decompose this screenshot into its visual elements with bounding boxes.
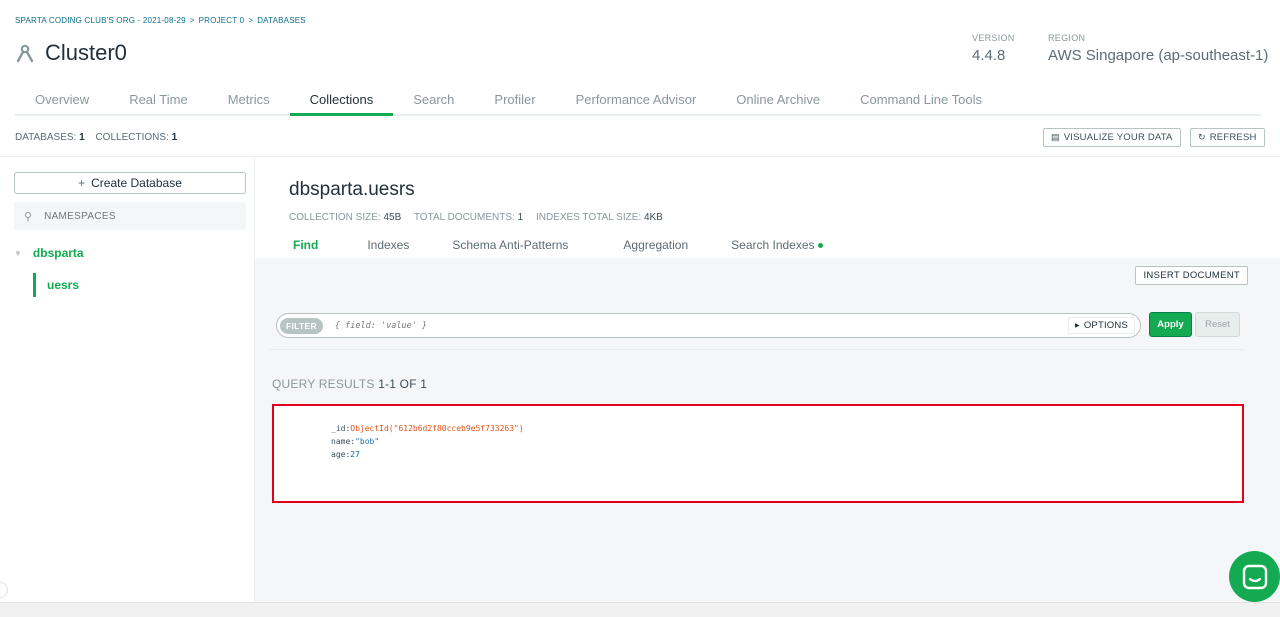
visualize-label: VISUALIZE YOUR DATA (1063, 132, 1173, 143)
version-value: 4.4.8 (972, 47, 1006, 64)
breadcrumb: SPARTA CODING CLUB'S ORG - 2021-08-29 > PR… (15, 16, 310, 25)
collection-name: uesrs (47, 278, 80, 292)
tab-performance-advisor[interactable]: Performance Advisor (556, 87, 717, 116)
filter-chip: FILTER (280, 317, 323, 334)
find-panel: INSERT DOCUMENT FILTER ▶ OPTIONS Apply R… (255, 258, 1280, 602)
insert-document-button[interactable]: INSERT DOCUMENT (1135, 266, 1248, 285)
field-value: "bob" (355, 437, 380, 446)
version-label: VERSION (972, 33, 1015, 43)
subtab-find[interactable]: Find (293, 238, 318, 252)
field-value: 27 (350, 450, 360, 459)
collections-label: COLLECTIONS: (95, 132, 169, 143)
collection-size-value: 45B (383, 212, 402, 223)
sidebar-item-collection[interactable]: uesrs (33, 273, 79, 297)
document-field-age: age:27 (331, 450, 360, 459)
collection-stats: COLLECTION SIZE: 45B TOTAL DOCUMENTS: 1 … (289, 212, 673, 223)
namespace-summary: DATABASES: 1 COLLECTIONS: 1 (15, 132, 177, 143)
visualize-data-button[interactable]: ▤ VISUALIZE YOUR DATA (1043, 128, 1181, 147)
subtab-indexes[interactable]: Indexes (367, 238, 409, 252)
create-database-label: Create Database (91, 176, 182, 190)
collections-count: 1 (171, 132, 178, 143)
namespace-search: ⚲ (14, 202, 246, 230)
databases-label: DATABASES: (15, 132, 77, 143)
plus-icon: + (78, 176, 86, 190)
caret-right-icon: ▶ (1075, 323, 1080, 329)
database-name: dbsparta (32, 246, 84, 260)
search-indexes-label: Search Indexes (731, 238, 815, 252)
query-results-label: QUERY RESULTS (272, 377, 375, 391)
breadcrumb-project[interactable]: PROJECT 0 (199, 16, 245, 25)
filter-bar: FILTER ▶ OPTIONS (276, 313, 1141, 338)
region-info: REGION AWS Singapore (ap-southeast-1) (1048, 33, 1268, 64)
refresh-icon: ↻ (1198, 132, 1206, 142)
caret-down-icon[interactable]: ▼ (14, 249, 22, 258)
total-documents-value: 1 (517, 212, 524, 223)
region-label: REGION (1048, 33, 1086, 43)
filter-input[interactable] (334, 320, 1055, 331)
databases-count: 1 (79, 132, 85, 143)
breadcrumb-org[interactable]: SPARTA CODING CLUB'S ORG - 2021-08-29 (15, 16, 186, 25)
chat-icon (1242, 564, 1267, 589)
tab-real-time[interactable]: Real Time (109, 87, 208, 116)
collection-size-label: COLLECTION SIZE: (289, 212, 381, 223)
field-key: name: (331, 437, 356, 446)
version-info: VERSION 4.4.8 (972, 33, 1015, 64)
tab-command-line-tools[interactable]: Command Line Tools (840, 87, 1002, 116)
refresh-label: REFRESH (1209, 132, 1257, 143)
tab-online-archive[interactable]: Online Archive (716, 87, 840, 116)
field-value: ObjectId("612b6d2f80cceb9e5f733263") (350, 424, 524, 433)
breadcrumb-databases[interactable]: DATABASES (257, 16, 306, 25)
query-results-range: 1-1 OF 1 (378, 377, 428, 391)
breadcrumb-separator: > (248, 16, 254, 25)
tab-overview[interactable]: Overview (15, 87, 109, 116)
chart-icon: ▤ (1051, 132, 1060, 142)
namespace-search-input[interactable] (44, 210, 225, 222)
reset-button[interactable]: Reset (1195, 312, 1240, 337)
subtab-schema-anti-patterns[interactable]: Schema Anti-Patterns (452, 238, 568, 252)
cluster-icon (16, 44, 34, 63)
horizontal-scrollbar[interactable] (0, 602, 1280, 617)
sidebar: + Create Database ⚲ ▼ dbsparta uesrs (0, 157, 255, 602)
indexes-size-value: 4KB (643, 212, 663, 223)
subtab-search-indexes[interactable]: Search Indexes (731, 238, 823, 252)
collection-subtabs: Find Indexes Schema Anti-Patterns Aggreg… (255, 238, 823, 252)
tab-search[interactable]: Search (393, 87, 474, 116)
cluster-header: Cluster0 (15, 40, 127, 66)
cluster-title: Cluster0 (45, 40, 127, 65)
tab-metrics[interactable]: Metrics (208, 87, 290, 116)
options-button[interactable]: ▶ OPTIONS (1068, 317, 1135, 334)
options-label: OPTIONS (1083, 320, 1128, 331)
total-documents-label: TOTAL DOCUMENTS: (413, 212, 515, 223)
apply-button[interactable]: Apply (1149, 312, 1192, 337)
status-dot-icon (817, 243, 823, 249)
query-results-header: QUERY RESULTS 1-1 OF 1 (272, 377, 427, 391)
tab-collections[interactable]: Collections (289, 87, 394, 116)
document-card[interactable]: _id:ObjectId("612b6d2f80cceb9e5f733263")… (272, 404, 1244, 503)
document-field-name: name:"bob" (331, 437, 379, 446)
field-key: age: (331, 450, 351, 459)
field-key: _id: (331, 424, 351, 433)
collection-title: dbsparta.uesrs (289, 179, 415, 200)
cluster-tabs: Overview Real Time Metrics Collections S… (15, 87, 1261, 116)
region-value: AWS Singapore (ap-southeast-1) (1048, 47, 1269, 64)
panel-divider (269, 349, 1245, 350)
search-icon: ⚲ (24, 210, 33, 223)
breadcrumb-separator: > (189, 16, 195, 25)
subtab-aggregation[interactable]: Aggregation (623, 238, 688, 252)
tab-profiler[interactable]: Profiler (474, 87, 555, 116)
sidebar-item-database[interactable]: ▼ dbsparta (14, 246, 84, 260)
indexes-size-label: INDEXES TOTAL SIZE: (535, 212, 642, 223)
create-database-button[interactable]: + Create Database (14, 172, 246, 194)
chat-button[interactable] (1229, 551, 1280, 602)
refresh-button[interactable]: ↻ REFRESH (1190, 128, 1265, 147)
document-field-id: _id:ObjectId("612b6d2f80cceb9e5f733263") (331, 424, 524, 433)
